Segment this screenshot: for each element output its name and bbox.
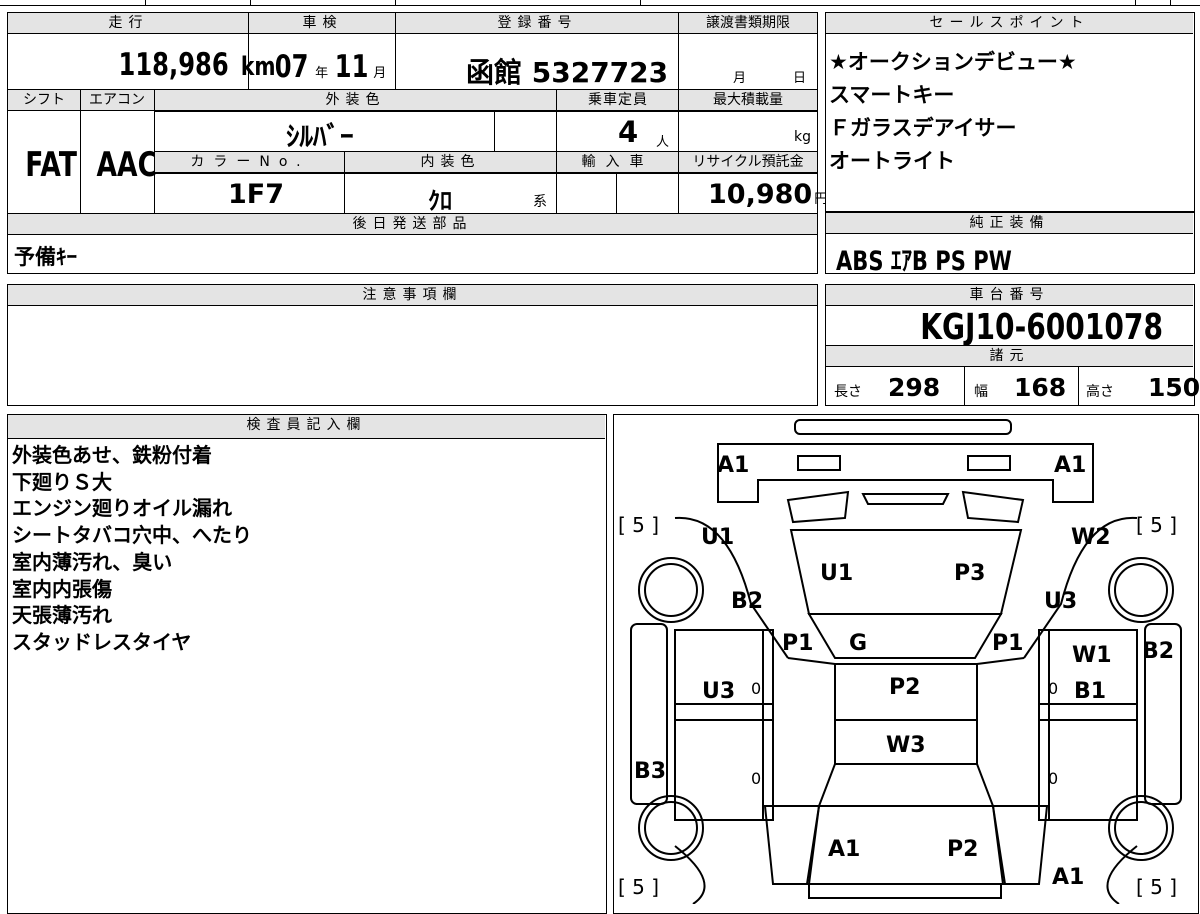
width-label: 幅 xyxy=(974,384,988,400)
code-b2-far-right: B2 xyxy=(1142,639,1175,664)
length-value: 298 xyxy=(888,373,941,402)
exterior-color-value: ｼﾙﾊﾞｰ xyxy=(286,122,354,153)
inspector-list: 外装色あせ、鉄粉付着 下廻りＳ大 エンジン廻りオイル漏れ シートタバコ穴中、へた… xyxy=(12,442,252,656)
height-label: 高さ xyxy=(1086,384,1114,400)
genuine-equipment-header: 純正装備 xyxy=(826,213,1193,234)
code-a1-front-left: A1 xyxy=(717,453,750,478)
shift-header: シフト xyxy=(8,90,80,111)
inspection-header: 車検 xyxy=(249,13,396,34)
code-b2-left: B2 xyxy=(731,589,764,614)
inspector-item: 外装色あせ、鉄粉付着 xyxy=(12,443,212,467)
chassis-box: 車台番号 KGJ10-6001078 諸元 長さ 298 幅 168 高さ 15… xyxy=(825,284,1200,406)
max-load-unit: kg xyxy=(794,129,811,145)
zero-mark: 0 xyxy=(1048,679,1059,698)
sales-point-item: Ｆガラスデアイサー xyxy=(829,116,1017,140)
inspector-item: エンジン廻りオイル漏れ xyxy=(12,496,232,521)
code-p1-left: P1 xyxy=(782,631,814,656)
recycle-fee-value: 10,980 円 xyxy=(708,179,828,210)
inspector-item: 室内薄汚れ、臭い xyxy=(12,549,173,574)
code-u1-hood: U1 xyxy=(820,561,854,586)
color-no-header: カラーNo. xyxy=(155,152,345,173)
sales-points-header: セールスポイント xyxy=(826,13,1193,34)
code-g-windshield: G xyxy=(849,631,868,656)
capacity-header: 乗車定員 xyxy=(557,90,679,111)
inspector-item: 室内内張傷 xyxy=(12,576,112,601)
transfer-day-unit: 日 xyxy=(793,71,807,86)
code-b1-right: B1 xyxy=(1074,679,1107,704)
height-value: 150 xyxy=(1148,373,1200,402)
interior-color-unit: 系 xyxy=(533,194,547,210)
interior-color-value: ｸﾛ xyxy=(428,187,452,215)
car-diagram: [ 5 ] [ 5 ] [ 5 ] [ 5 ] A1 A1 U1 W2 U1 P… xyxy=(613,414,1199,914)
later-parts-value: 予備ｷｰ xyxy=(14,245,77,269)
length-label: 長さ xyxy=(834,384,862,400)
zero-mark: 0 xyxy=(751,769,762,788)
chassis-value: KGJ10-6001078 xyxy=(920,307,1163,348)
top-strip xyxy=(0,0,1200,8)
mileage-header: 走行 xyxy=(8,13,249,34)
code-b3-left: B3 xyxy=(634,759,667,784)
color-no-value: 1F7 xyxy=(228,179,285,210)
sales-point-item: ★オークションデビュー★ xyxy=(829,50,1077,74)
code-w1-right: W1 xyxy=(1072,643,1112,668)
code-a1-rear: A1 xyxy=(828,837,861,862)
code-p3-hood: P3 xyxy=(954,561,986,586)
sales-point-item: オートライト xyxy=(829,149,955,173)
notes-header: 注意事項欄 xyxy=(8,285,817,306)
transfer-deadline-header: 譲渡書類期限 xyxy=(679,13,817,34)
tire-depth-front-left: [ 5 ] xyxy=(618,513,660,537)
notes-box: 注意事項欄 xyxy=(7,284,818,406)
registration-header: 登録番号 xyxy=(396,13,679,34)
inspection-value: 07 年 11 月 xyxy=(274,49,387,85)
genuine-equipment-box: 純正装備 ABS ｴｱB PS PW xyxy=(825,212,1195,277)
code-p2-roof: P2 xyxy=(889,675,921,700)
code-p2-rear: P2 xyxy=(947,837,979,862)
inspector-header: 検査員記入欄 xyxy=(8,415,605,439)
code-w2-right: W2 xyxy=(1071,525,1111,550)
sales-point-item: スマートキー xyxy=(829,83,955,107)
interior-color-header: 内装色 xyxy=(345,152,556,173)
max-load-header: 最大積載量 xyxy=(679,90,817,111)
inspector-item: スタッドレスタイヤ xyxy=(12,629,192,654)
exterior-color-header: 外装色 xyxy=(154,90,557,111)
registration-value: 函館 5327723 xyxy=(466,56,669,89)
shift-value: FAT xyxy=(25,145,77,185)
specs-header: 諸元 xyxy=(826,346,1193,367)
code-p1-right: P1 xyxy=(992,631,1024,656)
code-w3-roof: W3 xyxy=(886,733,926,758)
vehicle-info-grid: 走行 車検 登録番号 譲渡書類期限 118,986 km 07 年 11 月 函館 53… xyxy=(7,12,827,274)
code-u3-right: U3 xyxy=(1044,589,1078,614)
zero-mark: 0 xyxy=(1048,769,1059,788)
tire-depth-rear-left: [ 5 ] xyxy=(618,875,660,899)
sales-points-list: ★オークションデビュー★ スマートキー Ｆガラスデアイサー オートライト xyxy=(829,46,1077,178)
tire-depth-rear-right: [ 5 ] xyxy=(1136,875,1178,899)
import-header: 輸入車 xyxy=(557,152,678,173)
code-a1-front-right: A1 xyxy=(1054,453,1087,478)
inspector-item: 下廻りＳ大 xyxy=(12,469,112,494)
transfer-month-unit: 月 xyxy=(733,71,747,86)
aircon-header: エアコン xyxy=(80,90,154,111)
genuine-equipment-value: ABS ｴｱB PS PW xyxy=(836,246,1012,277)
later-parts-header: 後日発送部品 xyxy=(8,214,817,235)
inspector-item: シートタバコ穴中、へたり xyxy=(12,523,252,548)
width-value: 168 xyxy=(1014,373,1067,402)
inspector-box: 検査員記入欄 外装色あせ、鉄粉付着 下廻りＳ大 エンジン廻りオイル漏れ シートタ… xyxy=(7,414,607,914)
chassis-header: 車台番号 xyxy=(826,285,1193,306)
code-u3-left: U3 xyxy=(702,679,736,704)
capacity-unit: 人 xyxy=(656,135,670,150)
inspector-item: 天張薄汚れ xyxy=(12,603,112,628)
zero-mark: 0 xyxy=(751,679,762,698)
sales-points-box: セールスポイント ★オークションデビュー★ スマートキー Ｆガラスデアイサー オ… xyxy=(825,12,1195,212)
tire-depth-front-right: [ 5 ] xyxy=(1136,513,1178,537)
code-u1-left: U1 xyxy=(701,525,735,550)
mileage-value: 118,986 km xyxy=(118,47,276,83)
code-a1-rear-right: A1 xyxy=(1052,865,1085,890)
capacity-value: 4 xyxy=(618,115,639,149)
recycle-fee-header: リサイクル預託金 xyxy=(679,152,817,173)
